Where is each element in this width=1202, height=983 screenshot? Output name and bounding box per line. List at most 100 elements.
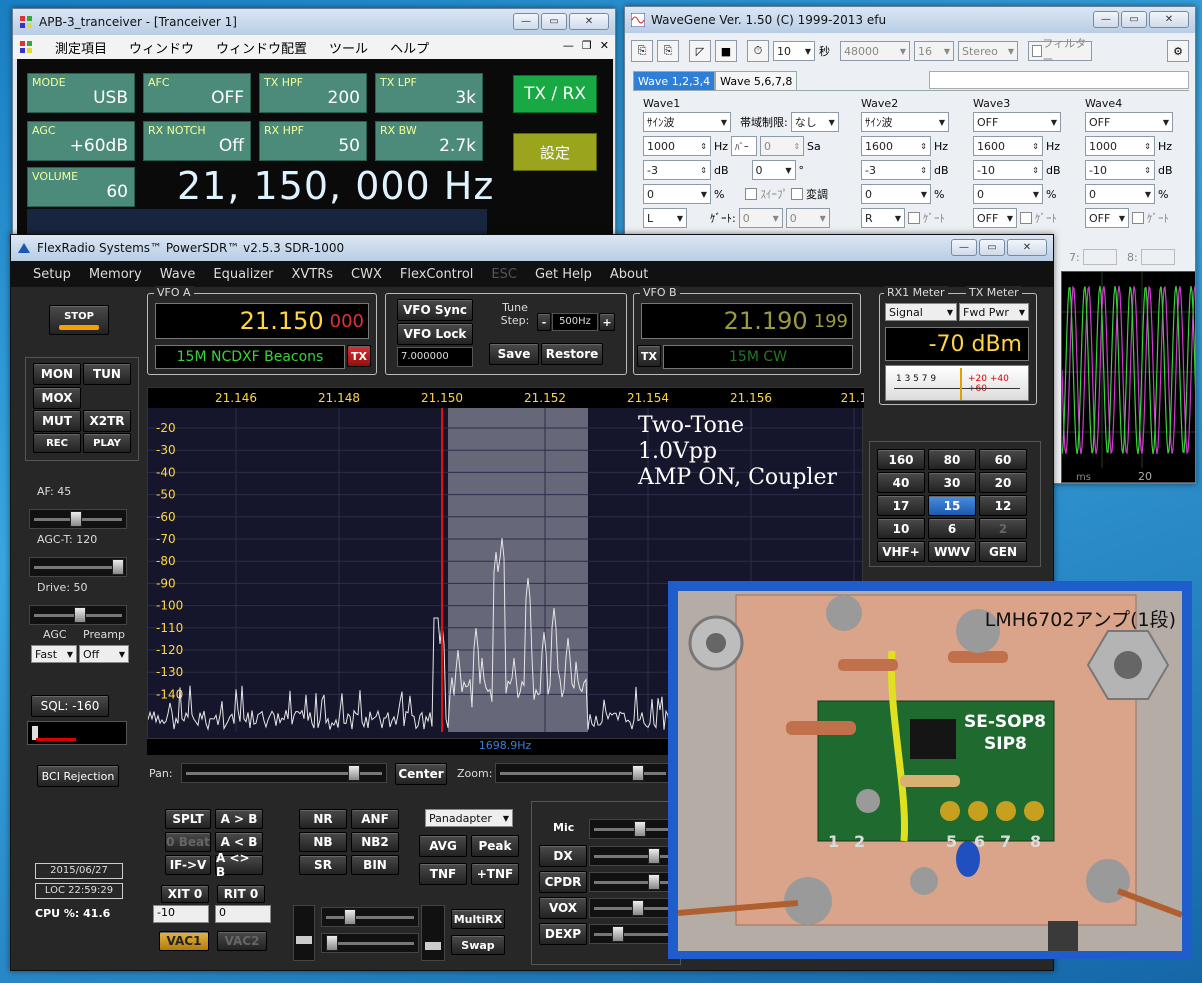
drive-slider[interactable] bbox=[29, 605, 127, 625]
wave2-gate-checkbox[interactable] bbox=[908, 212, 920, 224]
band-button-10[interactable]: 10 bbox=[877, 518, 925, 539]
wave3-freq-input[interactable]: 1600 ⇕ bbox=[973, 136, 1043, 156]
tab-wave-1-4[interactable]: Wave 1,2,3,4 bbox=[633, 71, 716, 91]
xit-button[interactable]: XIT 0 bbox=[161, 885, 209, 903]
bin-button[interactable]: BIN bbox=[351, 855, 399, 875]
maximize-button[interactable]: ▭ bbox=[979, 239, 1005, 256]
rx1-meter-select[interactable]: Signal ▼ bbox=[885, 303, 957, 321]
mdi-restore-icon[interactable]: ❐ bbox=[582, 39, 592, 52]
cpdr-button[interactable]: CPDR bbox=[539, 871, 587, 893]
play-icon[interactable]: ◸ bbox=[689, 40, 711, 62]
multirx-button[interactable]: MultiRX bbox=[451, 909, 505, 929]
rx-notch-cell[interactable]: RX NOTCH Off bbox=[143, 121, 251, 161]
mut-button[interactable]: MUT bbox=[33, 410, 81, 432]
step-up-button[interactable]: + bbox=[599, 313, 615, 331]
rit-button[interactable]: RIT 0 bbox=[217, 885, 265, 903]
gate1-input[interactable]: 0 ▼ bbox=[738, 208, 783, 228]
plus-tnf-button[interactable]: +TNF bbox=[471, 863, 519, 885]
sweep-checkbox[interactable] bbox=[745, 188, 758, 200]
horizontal-slider-1[interactable] bbox=[321, 907, 419, 927]
menu-about[interactable]: About bbox=[610, 267, 648, 282]
wave4-level-input[interactable]: -10 ⇕ bbox=[1085, 160, 1155, 180]
band-button-60[interactable]: 60 bbox=[979, 449, 1027, 470]
mode-cell[interactable]: MODE USB bbox=[27, 73, 135, 113]
agct-slider[interactable] bbox=[29, 557, 127, 577]
mon-button[interactable]: MON bbox=[33, 363, 81, 385]
step-down-button[interactable]: - bbox=[537, 313, 551, 331]
band-button-80[interactable]: 80 bbox=[928, 449, 976, 470]
wave4-channel-select[interactable]: OFF ▼ bbox=[1085, 208, 1129, 228]
wave3-duty-input[interactable]: 0 ▼ bbox=[973, 184, 1043, 204]
menu-help[interactable]: ヘルプ bbox=[390, 38, 429, 57]
menu-memory[interactable]: Memory bbox=[89, 267, 142, 282]
mic-slider-knob[interactable] bbox=[634, 821, 646, 837]
dexp-button[interactable]: DEXP bbox=[539, 923, 587, 945]
horizontal-slider-1-knob[interactable] bbox=[344, 909, 356, 925]
vfo-lock-button[interactable]: VFO Lock bbox=[397, 323, 473, 345]
menu-tools[interactable]: ツール bbox=[329, 38, 368, 57]
xit-value[interactable]: -10 bbox=[153, 905, 209, 923]
a-to-b-button[interactable]: A > B bbox=[215, 809, 263, 829]
menu-esc[interactable]: ESC bbox=[491, 267, 517, 282]
drive-slider-knob[interactable] bbox=[74, 607, 86, 623]
agc-select[interactable]: Fast ▼ bbox=[31, 645, 77, 663]
dx-slider-knob[interactable] bbox=[648, 848, 660, 864]
close-button[interactable]: ✕ bbox=[1149, 11, 1189, 28]
cpdr-slider-knob[interactable] bbox=[648, 874, 660, 890]
copy-right-icon[interactable]: ⎘ bbox=[657, 40, 679, 62]
menu-window-layout[interactable]: ウィンドウ配置 bbox=[216, 38, 307, 57]
zoom-slider-knob[interactable] bbox=[632, 765, 644, 781]
powersdr-titlebar[interactable]: FlexRadio Systems™ PowerSDR™ v2.5.3 SDR-… bbox=[11, 235, 1053, 261]
wave1-freq-input[interactable]: 1000 ⇕ bbox=[643, 136, 711, 156]
menu-xvtrs[interactable]: XVTRs bbox=[291, 267, 333, 282]
b-to-a-button[interactable]: A < B bbox=[215, 832, 263, 852]
horizontal-slider-2-knob[interactable] bbox=[326, 935, 338, 951]
vfo-sync-button[interactable]: VFO Sync bbox=[397, 299, 473, 321]
wave1-type-select[interactable]: ｻｲﾝ波 ▼ bbox=[643, 112, 731, 132]
vfo-b-tx-button[interactable]: TX bbox=[637, 345, 661, 367]
phase-input[interactable]: 0 ▼ bbox=[751, 160, 796, 180]
menu-wave[interactable]: Wave bbox=[160, 267, 196, 282]
vac2-button[interactable]: VAC2 bbox=[217, 931, 267, 951]
gate2-input[interactable]: 0 ▼ bbox=[785, 208, 830, 228]
avg-button[interactable]: AVG bbox=[419, 835, 467, 857]
band-button-160[interactable]: 160 bbox=[877, 449, 925, 470]
tx-lpf-cell[interactable]: TX LPF 3k bbox=[375, 73, 483, 113]
pan-slider-knob[interactable] bbox=[348, 765, 360, 781]
peak-button[interactable]: Peak bbox=[471, 835, 519, 857]
wave4-duty-input[interactable]: 0 ▼ bbox=[1085, 184, 1155, 204]
menu-measure[interactable]: 測定項目 bbox=[55, 38, 107, 57]
bar-input[interactable]: 0 ⇕ bbox=[760, 136, 805, 156]
filter-checkbox[interactable] bbox=[1032, 45, 1043, 57]
wave4-gate-checkbox[interactable] bbox=[1132, 212, 1144, 224]
band-limit-select[interactable]: なし ▼ bbox=[790, 112, 839, 132]
vertical-slider-1-knob[interactable] bbox=[296, 936, 312, 944]
vox-slider-knob[interactable] bbox=[632, 900, 644, 916]
sql-slider[interactable] bbox=[27, 721, 127, 745]
restore-button[interactable]: Restore bbox=[541, 343, 603, 365]
tx-meter-select[interactable]: Fwd Pwr ▼ bbox=[959, 303, 1029, 321]
stop-icon[interactable]: ■ bbox=[715, 40, 737, 62]
band-button-12[interactable]: 12 bbox=[979, 495, 1027, 516]
agct-slider-knob[interactable] bbox=[112, 559, 124, 575]
sr-button[interactable]: SR bbox=[299, 855, 347, 875]
band-button-vhf-plus[interactable]: VHF+ bbox=[877, 541, 925, 562]
vertical-slider-1[interactable] bbox=[293, 905, 315, 961]
afc-cell[interactable]: AFC OFF bbox=[143, 73, 251, 113]
display-mode-select[interactable]: Panadapter ▼ bbox=[425, 809, 513, 827]
dx-button[interactable]: DX bbox=[539, 845, 587, 867]
menu-cwx[interactable]: CWX bbox=[351, 267, 382, 282]
play-button[interactable]: PLAY bbox=[83, 433, 131, 453]
swap-button[interactable]: Swap bbox=[451, 935, 505, 955]
tune-value-field[interactable]: 7.000000 bbox=[397, 347, 473, 367]
sample-rate-select[interactable]: 48000 ▼ bbox=[840, 41, 910, 61]
dexp-slider-knob[interactable] bbox=[612, 926, 624, 942]
sql-button[interactable]: SQL: -160 bbox=[31, 695, 109, 717]
settings-icon[interactable]: ⚙ bbox=[1167, 40, 1189, 62]
vac1-button[interactable]: VAC1 bbox=[159, 931, 209, 951]
copy-left-icon[interactable]: ⎘ bbox=[631, 40, 653, 62]
split-button[interactable]: SPLT bbox=[165, 809, 211, 829]
menu-flexcontrol[interactable]: FlexControl bbox=[400, 267, 474, 282]
close-button[interactable]: ✕ bbox=[1007, 239, 1047, 256]
anf-button[interactable]: ANF bbox=[351, 809, 399, 829]
